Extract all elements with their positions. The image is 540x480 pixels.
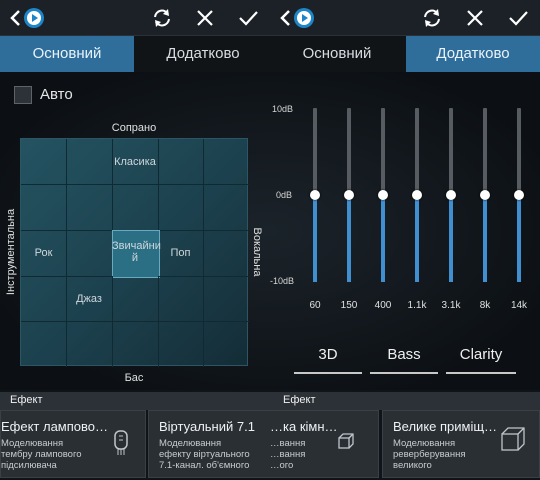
eq-slider-knob[interactable]	[310, 190, 320, 200]
app-logo-icon	[22, 6, 46, 30]
effect-card-virtual71[interactable]: Віртуальний 7.1 Моделювання ефекту вірту…	[148, 410, 272, 478]
effect-title: Велике приміщ…	[393, 419, 498, 434]
eq-top-label: 10dB	[272, 104, 294, 114]
axis-left-label: Інструментальна	[5, 208, 17, 296]
close-icon[interactable]	[463, 6, 487, 30]
effects-header-right: Ефект	[283, 394, 316, 406]
cube-icon	[336, 431, 360, 459]
effect-card-tube[interactable]: Ефект лампово… Моделювання тембру лампов…	[0, 410, 146, 478]
effect-desc: Моделювання тембру лампового підсилювача	[1, 438, 82, 471]
tube-icon	[109, 427, 133, 455]
reset-icon[interactable]	[420, 6, 444, 30]
preset-pop-label[interactable]: Поп	[158, 247, 203, 259]
toolbar-left	[0, 0, 270, 36]
effect-card-large-room[interactable]: Велике приміщ… Моделювання реверберуванн…	[382, 410, 540, 478]
eq-band-label: 150	[340, 300, 358, 311]
tab-basic-left[interactable]: Основний	[0, 36, 134, 74]
eq-slider-knob[interactable]	[446, 190, 456, 200]
axis-bottom-label: Бас	[124, 372, 144, 384]
effect-title: …ка кімн…	[270, 419, 338, 434]
eq-band-label: 60	[309, 300, 321, 311]
effects-header-left: Ефект	[10, 394, 43, 406]
eq-band-label: 14k	[510, 300, 528, 311]
preset-classic-label[interactable]: Класика	[112, 156, 158, 168]
effects-header: Ефект Ефект	[0, 392, 540, 410]
axis-top-label: Сопрано	[111, 122, 157, 134]
preset-rock-label[interactable]: Рок	[21, 247, 66, 259]
preset-normal-label[interactable]: Звичайни й	[112, 240, 161, 264]
sound-field-grid[interactable]: Класика Рок Звичайни й Поп Джаз	[20, 138, 249, 367]
eq-slider-fill	[347, 195, 351, 282]
eq-slider-fill	[517, 195, 521, 282]
eq-band-label: 400	[374, 300, 392, 311]
eq-band-label: 1.1k	[407, 300, 427, 311]
eq-slider-fill	[483, 195, 487, 282]
preset-clarity-button[interactable]: Clarity	[446, 340, 516, 374]
eq-bottom-label: -10dB	[270, 276, 295, 286]
preset-jazz-label[interactable]: Джаз	[66, 293, 112, 305]
effect-title: Ефект лампово…	[1, 419, 109, 434]
effect-desc: …вання …вання …ого	[270, 438, 306, 471]
cube-large-icon	[499, 425, 527, 453]
eq-slider-fill	[449, 195, 453, 282]
eq-band-label: 3.1k	[441, 300, 461, 311]
auto-label: Авто	[40, 86, 73, 103]
axis-right-label: Вокальна	[251, 227, 263, 277]
effect-title: Віртуальний 7.1	[159, 419, 255, 434]
eq-slider-knob[interactable]	[378, 190, 388, 200]
eq-mid-label: 0dB	[276, 190, 293, 200]
tab-strip: Основний Додатково Основний Додатково	[0, 36, 540, 74]
confirm-icon[interactable]	[506, 6, 530, 30]
auto-checkbox[interactable]	[14, 86, 32, 104]
eq-slider-knob[interactable]	[480, 190, 490, 200]
effect-card-room[interactable]: …ка кімн… …вання …вання …ого	[270, 410, 379, 478]
reset-icon[interactable]	[150, 6, 174, 30]
eq-band-label: 8k	[479, 300, 491, 311]
eq-slider-knob[interactable]	[412, 190, 422, 200]
effect-desc: Моделювання реверберування великого	[393, 438, 466, 471]
effect-desc: Моделювання ефекту віртуального 7.1-кана…	[159, 438, 250, 471]
eq-slider-fill	[415, 195, 419, 282]
eq-slider-fill	[381, 195, 385, 282]
close-icon[interactable]	[193, 6, 217, 30]
eq-slider-fill	[313, 195, 317, 282]
confirm-icon[interactable]	[236, 6, 260, 30]
toolbar-right	[270, 0, 540, 36]
tab-advanced-left[interactable]: Додатково	[136, 36, 270, 74]
equalizer: 60 150 400 1.1k 3.1k 8k 14k	[300, 108, 536, 311]
preset-bass-button[interactable]: Bass	[370, 340, 438, 374]
eq-slider-knob[interactable]	[514, 190, 524, 200]
eq-slider-knob[interactable]	[344, 190, 354, 200]
tab-basic-right[interactable]: Основний	[270, 36, 404, 74]
tab-advanced-right[interactable]: Додатково	[406, 36, 540, 74]
preset-3d-button[interactable]: 3D	[294, 340, 362, 374]
app-logo-icon	[292, 6, 316, 30]
